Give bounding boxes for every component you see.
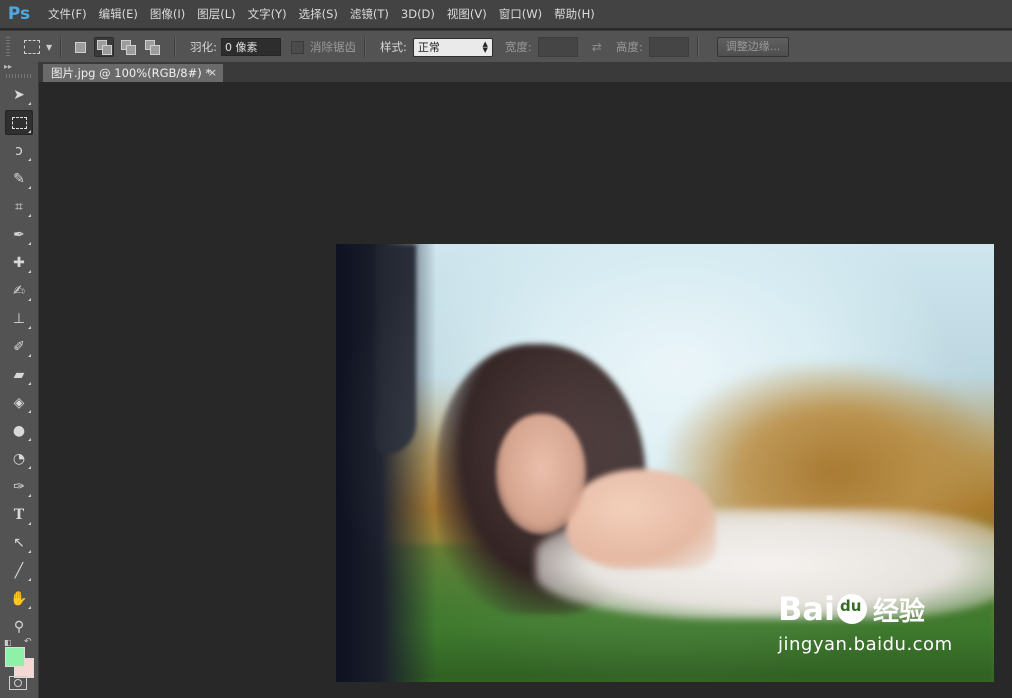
swap-colors-icon[interactable]: ↶ bbox=[24, 637, 32, 647]
healing-brush-tool-icon[interactable]: ✚ bbox=[5, 250, 33, 275]
history-brush-tool-icon[interactable]: ✐ bbox=[5, 334, 33, 359]
height-label: 高度: bbox=[615, 40, 643, 54]
dodge-tool-icon[interactable]: ◔ bbox=[5, 446, 33, 471]
intersect-selection-icon bbox=[145, 40, 161, 55]
paw-icon bbox=[836, 594, 867, 624]
swap-dimensions-icon[interactable]: ⇄ bbox=[592, 40, 602, 54]
subtract-selection-button[interactable] bbox=[118, 37, 138, 57]
type-tool-icon[interactable]: T bbox=[5, 502, 33, 527]
menu-help[interactable]: 帮助(H) bbox=[554, 6, 595, 22]
line-tool-icon[interactable]: ╱ bbox=[5, 558, 33, 583]
rect-marquee-tool-icon[interactable] bbox=[5, 110, 33, 135]
photoshop-logo: Ps bbox=[7, 4, 31, 24]
pen-tool-icon[interactable]: ✑ bbox=[5, 474, 33, 499]
tools-grip[interactable] bbox=[6, 74, 32, 78]
divider bbox=[174, 37, 177, 57]
lasso-tool-icon[interactable]: ↄ bbox=[5, 138, 33, 163]
style-select[interactable]: 正常 ▲ ▼ bbox=[412, 37, 493, 57]
menu-layer[interactable]: 图层(L) bbox=[197, 6, 235, 22]
eyedropper-tool-icon[interactable]: ✒ bbox=[5, 222, 33, 247]
menu-select[interactable]: 选择(S) bbox=[299, 6, 338, 22]
antialias-label: 消除锯齿 bbox=[310, 40, 357, 54]
add-to-selection-button[interactable] bbox=[94, 37, 115, 57]
move-tool-icon[interactable]: ➤ bbox=[5, 82, 33, 107]
style-label: 样式: bbox=[380, 40, 407, 54]
menu-bar: Ps 文件(F) 编辑(E) 图像(I) 图层(L) 文字(Y) 选择(S) 滤… bbox=[0, 0, 1012, 28]
paint-bucket-tool-icon[interactable]: ◈ bbox=[5, 390, 33, 415]
quick-select-tool-icon[interactable]: ✎ bbox=[5, 166, 33, 191]
options-grip[interactable] bbox=[6, 37, 10, 57]
options-bar: ▼ 羽化: 0 像素 消除锯齿 样式: 正常 ▲ ▼ 宽度: ⇄ 高度: 调整边缘… bbox=[0, 30, 1012, 63]
menu-filter[interactable]: 滤镜(T) bbox=[350, 6, 389, 22]
menu-window[interactable]: 窗口(W) bbox=[499, 6, 542, 22]
baidu-logo: Bai 经验 bbox=[778, 590, 978, 628]
crop-tool-icon[interactable]: ⌗ bbox=[5, 194, 33, 219]
collapse-panel-icon[interactable]: ▸▸ bbox=[0, 62, 38, 72]
menu-view[interactable]: 视图(V) bbox=[447, 6, 487, 22]
watermark-url: jingyan.baidu.com bbox=[778, 634, 953, 655]
eraser-tool-icon[interactable]: ▰ bbox=[5, 362, 33, 387]
add-selection-icon bbox=[97, 40, 113, 55]
new-selection-icon bbox=[74, 41, 86, 53]
hand-tool-icon[interactable]: ✋ bbox=[5, 586, 33, 611]
menu-image[interactable]: 图像(I) bbox=[150, 6, 185, 22]
refine-edge-button[interactable]: 调整边缘... bbox=[716, 37, 790, 57]
menu-file[interactable]: 文件(F) bbox=[48, 6, 87, 22]
tools-panel: ▸▸ ➤ ↄ ✎ ⌗ ✒ ✚ ✍ ⊥ ✐ ▰ ◈ ● ◔ ✑ T ↖ ╱ ✋ ⚲… bbox=[0, 62, 39, 698]
height-input[interactable] bbox=[648, 37, 689, 57]
menu-type[interactable]: 文字(Y) bbox=[248, 6, 287, 22]
updown-arrow-icon: ▲ ▼ bbox=[482, 40, 488, 54]
path-select-tool-icon[interactable]: ↖ bbox=[5, 530, 33, 555]
document-tab-title: 图片.jpg @ 100%(RGB/8#) * bbox=[51, 66, 212, 80]
divider bbox=[364, 37, 367, 57]
blur-tool-icon[interactable]: ● bbox=[5, 418, 33, 443]
width-input[interactable] bbox=[537, 37, 578, 57]
color-swatches: ◧ ↶ bbox=[4, 637, 36, 678]
document-tab-bar: 图片.jpg @ 100%(RGB/8#) * × bbox=[39, 62, 1012, 82]
zoom-tool-icon[interactable]: ⚲ bbox=[5, 614, 33, 639]
menu-3d[interactable]: 3D(D) bbox=[401, 7, 435, 21]
baidu-watermark: Bai 经验 jingyan.baidu.com bbox=[778, 590, 978, 680]
quick-mask-icon[interactable] bbox=[9, 676, 27, 690]
subtract-selection-icon bbox=[121, 40, 137, 55]
close-icon[interactable]: × bbox=[208, 64, 217, 82]
rect-marquee-icon bbox=[24, 40, 40, 54]
antialias-checkbox[interactable] bbox=[291, 40, 305, 54]
new-selection-button[interactable] bbox=[70, 37, 90, 57]
intersect-selection-button[interactable] bbox=[142, 37, 162, 57]
tool-preset-picker[interactable]: ▼ bbox=[24, 40, 52, 54]
chevron-down-icon: ▼ bbox=[46, 42, 53, 52]
divider bbox=[696, 37, 699, 57]
clone-stamp-tool-icon[interactable]: ⊥ bbox=[5, 306, 33, 331]
feather-input[interactable]: 0 像素 bbox=[221, 38, 282, 56]
foreground-color[interactable] bbox=[5, 647, 25, 667]
document-tab[interactable]: 图片.jpg @ 100%(RGB/8#) * × bbox=[43, 64, 223, 82]
divider bbox=[60, 37, 63, 57]
brush-tool-icon[interactable]: ✍ bbox=[5, 278, 33, 303]
width-label: 宽度: bbox=[504, 40, 532, 54]
menu-edit[interactable]: 编辑(E) bbox=[99, 6, 138, 22]
default-colors-icon[interactable]: ◧ bbox=[4, 638, 12, 647]
style-value: 正常 bbox=[417, 41, 440, 54]
feather-label: 羽化: bbox=[190, 40, 218, 54]
